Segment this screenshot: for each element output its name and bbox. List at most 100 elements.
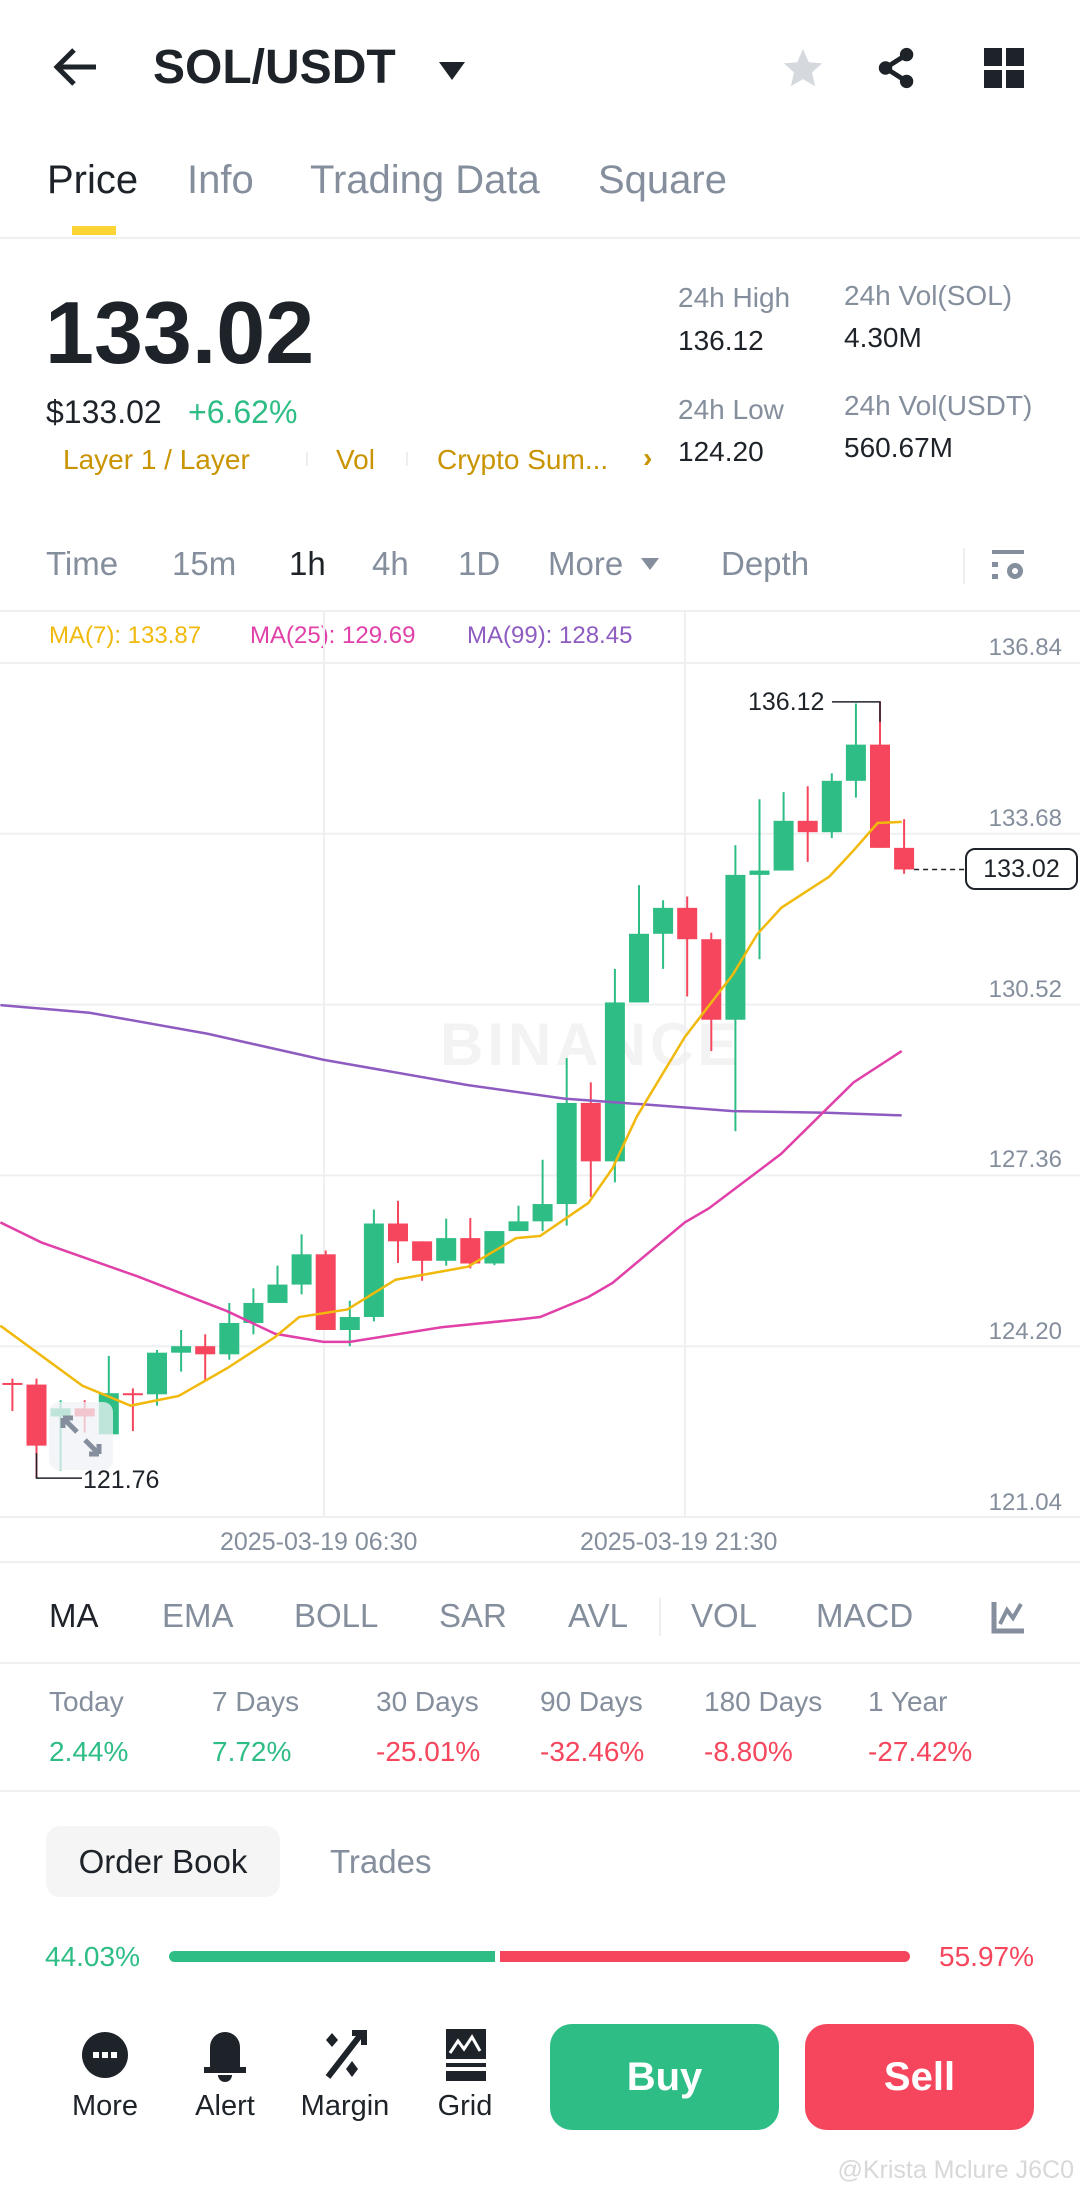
candle-body	[339, 1317, 360, 1330]
candle-body	[701, 939, 722, 1020]
expand-icon	[60, 1415, 102, 1457]
pair-title[interactable]: SOL/USDT	[153, 40, 396, 95]
interval-depth[interactable]: Depth	[721, 545, 809, 583]
bid-ask-ratio-bar	[169, 1951, 910, 1962]
last-price-label[interactable]: 133.02	[965, 848, 1078, 890]
candle-body	[749, 870, 770, 875]
indicator-ma[interactable]: MA	[49, 1597, 99, 1635]
tab-order-book[interactable]: Order Book	[46, 1826, 280, 1897]
ask-bar	[500, 1951, 910, 1962]
indicator-settings-icon[interactable]	[991, 1600, 1025, 1634]
divider	[963, 548, 965, 584]
divider	[0, 1790, 1080, 1792]
candle-body	[677, 907, 698, 940]
bid-bar	[169, 1951, 496, 1962]
high-label: 24h High	[678, 282, 791, 313]
candle-body	[2, 1382, 23, 1385]
candlestick-chart[interactable]	[0, 611, 1080, 1517]
candle-body	[147, 1352, 167, 1395]
ma25-line	[0, 1050, 903, 1344]
tag-vol[interactable]: Vol	[336, 444, 375, 476]
indicator-macd[interactable]: MACD	[816, 1597, 913, 1635]
candle-body	[26, 1384, 47, 1446]
y-tick: 121.04	[988, 1489, 1062, 1516]
candle-body	[556, 1102, 577, 1205]
interval-15m[interactable]: 15m	[172, 545, 236, 583]
grid-label[interactable]: Grid	[405, 2090, 525, 2123]
tab-trading-data[interactable]: Trading Data	[310, 158, 540, 203]
max-price-label: 136.12	[748, 688, 825, 716]
candle-body	[773, 820, 794, 871]
interval-1h[interactable]: 1h	[289, 545, 326, 583]
tab-price[interactable]: Price	[47, 158, 138, 203]
indicator-sar[interactable]: SAR	[439, 1597, 507, 1635]
perf-label: 30 Days	[376, 1686, 479, 1717]
perf-label: 180 Days	[704, 1686, 823, 1717]
star-icon[interactable]	[780, 45, 826, 91]
y-tick: 133.68	[988, 805, 1062, 832]
divider	[659, 1598, 661, 1636]
indicator-boll[interactable]: BOLL	[294, 1597, 378, 1635]
ask-percentage: 55.97%	[939, 1941, 1034, 1972]
perf-label: 7 Days	[212, 1686, 300, 1717]
vol-sol-label: 24h Vol(SOL)	[844, 280, 1013, 311]
chevron-right-icon[interactable]: ›	[643, 442, 652, 474]
candle-body	[363, 1223, 384, 1318]
perf-label: Today	[49, 1686, 124, 1717]
fullscreen-button[interactable]	[49, 1402, 113, 1470]
grid-trading-icon[interactable]	[442, 2025, 502, 2085]
divider	[0, 1561, 1080, 1563]
user-watermark: @Krista Mclure J6C0	[837, 2156, 1074, 2184]
margin-label[interactable]: Margin	[285, 2090, 405, 2123]
tag-crypto-summary[interactable]: Crypto Sum...	[437, 444, 608, 476]
divider	[0, 1516, 1080, 1518]
bid-percentage: 44.03%	[45, 1941, 140, 1972]
more-label[interactable]: More	[45, 2090, 165, 2123]
indicator-avl[interactable]: AVL	[568, 1597, 628, 1635]
interval-time[interactable]: Time	[46, 545, 118, 583]
perf-label: 90 Days	[540, 1686, 643, 1717]
sell-button[interactable]: Sell	[805, 2024, 1034, 2130]
interval-1d[interactable]: 1D	[458, 545, 500, 583]
vol-usdt-label: 24h Vol(USDT)	[844, 390, 1033, 421]
candle-body	[797, 820, 818, 833]
interval-4h[interactable]: 4h	[372, 545, 409, 583]
perf-value: 7.72%	[212, 1736, 292, 1767]
candle-body	[388, 1223, 408, 1242]
interval-more[interactable]: More	[548, 545, 623, 583]
more-caret-icon[interactable]	[640, 557, 660, 571]
more-icon[interactable]	[82, 2025, 142, 2085]
indicator-ema[interactable]: EMA	[162, 1597, 234, 1635]
dropdown-caret-icon[interactable]	[437, 60, 467, 82]
divider	[0, 237, 1080, 239]
alert-label[interactable]: Alert	[165, 2090, 285, 2123]
y-tick: 127.36	[988, 1146, 1062, 1173]
bell-icon[interactable]	[200, 2025, 260, 2085]
active-tab-indicator	[72, 226, 116, 235]
chart-settings-icon[interactable]	[990, 548, 1026, 584]
min-price-label: 121.76	[83, 1466, 160, 1494]
share-icon[interactable]	[874, 44, 920, 92]
candle-body	[315, 1254, 336, 1330]
tab-square[interactable]: Square	[598, 158, 727, 203]
grid-icon[interactable]	[984, 48, 1026, 90]
candle-body	[821, 780, 842, 833]
indicator-vol[interactable]: VOL	[691, 1597, 757, 1635]
x-tick: 2025-03-19 06:30	[220, 1528, 418, 1556]
back-arrow-icon[interactable]	[52, 46, 98, 88]
candle-body	[845, 744, 866, 781]
margin-icon[interactable]	[322, 2025, 382, 2085]
candle-body	[291, 1254, 312, 1285]
tag-layer[interactable]: Layer 1 / Layer	[63, 444, 250, 476]
candle-body	[171, 1346, 192, 1353]
candle-body	[412, 1241, 433, 1261]
candle-body	[580, 1102, 601, 1162]
y-tick: 124.20	[988, 1318, 1062, 1345]
tab-info[interactable]: Info	[187, 158, 254, 203]
tag-separator	[306, 452, 308, 466]
buy-button[interactable]: Buy	[550, 2024, 779, 2130]
low-label: 24h Low	[678, 394, 784, 425]
candle-body	[460, 1238, 481, 1264]
candle-body	[532, 1204, 553, 1222]
tab-trades[interactable]: Trades	[330, 1843, 431, 1881]
